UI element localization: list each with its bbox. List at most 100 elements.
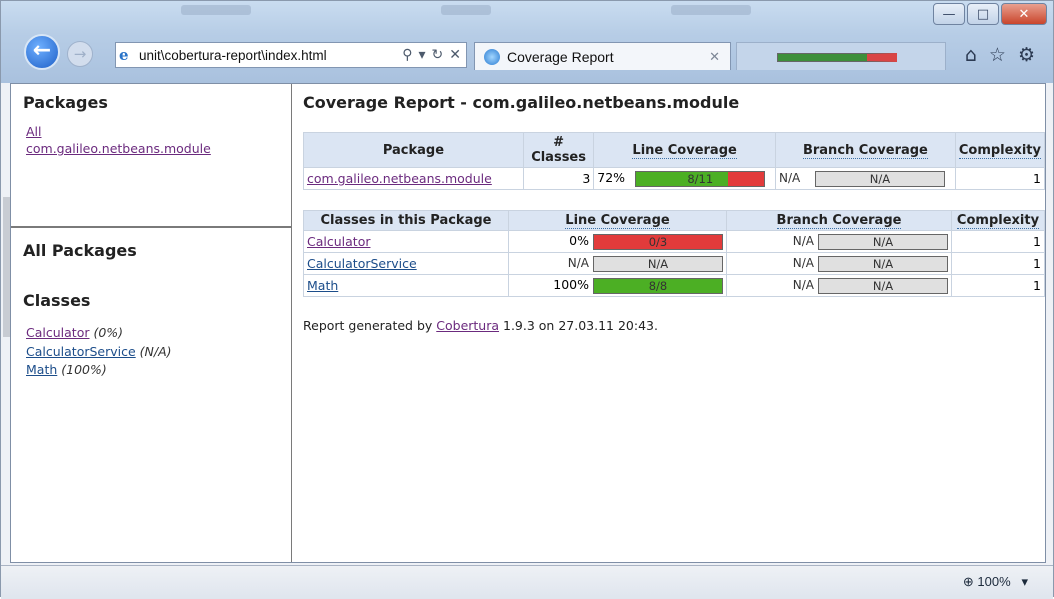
class-link-calculator[interactable]: Calculator bbox=[307, 234, 370, 249]
address-bar[interactable]: e unit\cobertura-report\index.html ⚲ ▾ ↻… bbox=[115, 42, 467, 68]
all-packages-heading: All Packages bbox=[23, 241, 137, 260]
line-coverage-bar: 8/11 bbox=[635, 170, 766, 187]
dropdown-icon[interactable]: ▾ bbox=[419, 47, 426, 63]
table-header-row: Classes in this Package Line Coverage Br… bbox=[303, 210, 1045, 231]
header-package: Package bbox=[303, 132, 524, 168]
branch-pct: N/A bbox=[792, 234, 815, 249]
package-table: Package # Classes Line Coverage Branch C… bbox=[303, 132, 1046, 190]
tab-title: Coverage Report bbox=[507, 48, 614, 65]
back-arrow-icon[interactable]: ← bbox=[24, 34, 60, 70]
header-complexity: Complexity bbox=[951, 210, 1045, 231]
complexity-cell: 1 bbox=[951, 252, 1045, 275]
class-link-calculatorservice[interactable]: CalculatorService bbox=[307, 256, 417, 271]
zoom-icon: ⊕ bbox=[962, 574, 974, 589]
package-link[interactable]: com.galileo.netbeans.module bbox=[307, 171, 492, 186]
line-pct: 0% bbox=[569, 233, 590, 249]
header-classes: # Classes bbox=[522, 132, 595, 168]
close-window-icon[interactable]: ✕ bbox=[1001, 3, 1047, 25]
line-coverage-bar: 8/8 bbox=[593, 277, 723, 294]
ie-icon: e bbox=[119, 46, 129, 64]
address-tools: ⚲ ▾ ↻ ✕ bbox=[402, 47, 466, 63]
class-cell: Calculator bbox=[303, 230, 509, 253]
branch-coverage-cell: N/A N/A bbox=[726, 252, 952, 275]
forward-arrow-icon[interactable]: → bbox=[67, 41, 93, 67]
zoom-level: 100% bbox=[977, 574, 1011, 589]
package-link-all[interactable]: All bbox=[26, 124, 42, 139]
package-link-module[interactable]: com.galileo.netbeans.module bbox=[26, 141, 211, 156]
inactive-tab[interactable] bbox=[736, 42, 946, 70]
line-coverage-cell: N/A N/A bbox=[508, 252, 727, 275]
line-frac: 8/8 bbox=[648, 278, 668, 293]
zoom-control[interactable]: ⊕ 100% ▾ bbox=[963, 574, 1028, 590]
header-complexity: Complexity bbox=[954, 132, 1046, 168]
title-bar: — □ ✕ ← → e unit\cobertura-report\index.… bbox=[1, 1, 1053, 83]
left-frame: Packages All com.galileo.netbeans.module… bbox=[11, 84, 292, 562]
class-link-math[interactable]: Math bbox=[26, 362, 57, 377]
line-pct: 100% bbox=[553, 277, 590, 293]
line-coverage-cell: 0% 0/3 bbox=[508, 230, 727, 253]
classes-heading: Classes bbox=[23, 291, 91, 310]
tab-close-icon[interactable]: ✕ bbox=[709, 49, 720, 65]
complexity-cell: 1 bbox=[954, 167, 1046, 190]
line-frac: 0/3 bbox=[648, 234, 668, 249]
faded-title bbox=[671, 5, 751, 15]
branch-pct: N/A bbox=[778, 171, 801, 186]
branch-coverage-cell: N/A N/A bbox=[726, 230, 952, 253]
branch-bar-label: N/A bbox=[872, 234, 894, 249]
package-cell: com.galileo.netbeans.module bbox=[303, 167, 524, 190]
header-line-coverage: Line Coverage bbox=[593, 132, 776, 168]
class-list: Calculator (0%) CalculatorService (N/A) … bbox=[26, 324, 172, 380]
settings-gear-icon[interactable]: ⚙ bbox=[1018, 44, 1035, 66]
line-coverage-bar: 0/3 bbox=[593, 233, 723, 250]
page-content: Packages All com.galileo.netbeans.module… bbox=[3, 83, 1046, 563]
footer-prefix: Report generated by bbox=[303, 318, 437, 333]
classes-count: 3 bbox=[522, 167, 595, 190]
branch-coverage-bar: N/A bbox=[818, 277, 948, 294]
branch-coverage-bar: N/A bbox=[818, 255, 948, 272]
tab-coverage-report[interactable]: Coverage Report ✕ bbox=[474, 42, 731, 70]
list-item: CalculatorService (N/A) bbox=[26, 343, 172, 362]
minimize-icon[interactable]: — bbox=[933, 3, 965, 25]
complexity-cell: 1 bbox=[951, 230, 1045, 253]
faded-title bbox=[441, 5, 491, 15]
line-coverage-cell: 100% 8/8 bbox=[508, 274, 727, 297]
class-link-calculatorservice[interactable]: CalculatorService bbox=[26, 344, 136, 359]
refresh-icon[interactable]: ↻ bbox=[432, 47, 444, 63]
table-row: Calculator 0% 0/3 N/A N/A 1 bbox=[303, 230, 1045, 253]
report-footer: Report generated by Cobertura 1.9.3 on 2… bbox=[303, 318, 658, 333]
status-bar: ⊕ 100% ▾ bbox=[1, 565, 1053, 599]
ie-tab-icon bbox=[484, 48, 500, 65]
branch-coverage-bar: N/A bbox=[818, 233, 948, 250]
table-header-row: Package # Classes Line Coverage Branch C… bbox=[303, 132, 1046, 168]
header-branch-coverage: Branch Coverage bbox=[774, 132, 956, 168]
branch-coverage-cell: N/A N/A bbox=[726, 274, 952, 297]
header-line-coverage: Line Coverage bbox=[508, 210, 727, 231]
scrollbar[interactable] bbox=[3, 197, 10, 337]
line-pct: 72% bbox=[597, 170, 626, 186]
cobertura-link[interactable]: Cobertura bbox=[436, 318, 499, 333]
packages-frame: Packages All com.galileo.netbeans.module bbox=[11, 84, 291, 228]
home-icon[interactable]: ⌂ bbox=[965, 44, 977, 66]
table-row: CalculatorService N/A N/A N/A N/A 1 bbox=[303, 252, 1045, 275]
maximize-icon[interactable]: □ bbox=[967, 3, 999, 25]
class-link-math[interactable]: Math bbox=[307, 278, 338, 293]
class-link-calculator[interactable]: Calculator bbox=[26, 325, 89, 340]
branch-bar-label: N/A bbox=[872, 278, 894, 293]
address-url[interactable]: unit\cobertura-report\index.html bbox=[139, 48, 327, 63]
branch-bar-label: N/A bbox=[872, 256, 894, 271]
line-pct: N/A bbox=[567, 256, 590, 271]
line-coverage-cell: 72% 8/11 bbox=[593, 167, 776, 190]
search-icon[interactable]: ⚲ bbox=[402, 47, 412, 63]
class-table: Classes in this Package Line Coverage Br… bbox=[303, 210, 1045, 297]
close-icon[interactable]: ✕ bbox=[449, 47, 461, 63]
class-pct: (N/A) bbox=[139, 343, 172, 359]
complexity-cell: 1 bbox=[951, 274, 1045, 297]
class-cell: CalculatorService bbox=[303, 252, 509, 275]
line-frac: N/A bbox=[647, 256, 669, 271]
table-row: Math 100% 8/8 N/A N/A 1 bbox=[303, 274, 1045, 297]
page-title: Coverage Report - com.galileo.netbeans.m… bbox=[303, 93, 740, 112]
favorites-star-icon[interactable]: ☆ bbox=[989, 44, 1006, 66]
branch-bar-label: N/A bbox=[869, 171, 891, 186]
class-pct: (100%) bbox=[61, 362, 107, 377]
branch-pct: N/A bbox=[792, 256, 815, 271]
